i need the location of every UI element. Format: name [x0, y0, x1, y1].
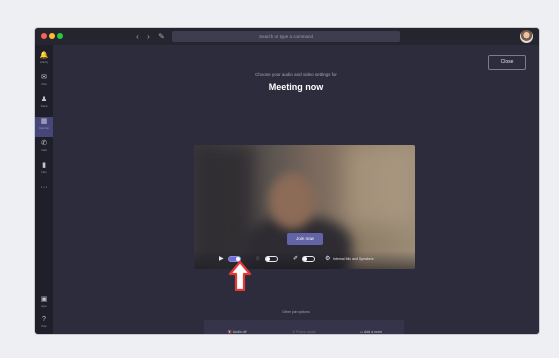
- forward-icon[interactable]: ›: [143, 31, 154, 42]
- rail-item-files[interactable]: ▮ Files: [35, 161, 53, 181]
- help-icon: ?: [42, 316, 46, 323]
- phone-icon: ✆: [41, 140, 47, 147]
- rail-item-calendar[interactable]: ▦ Calendar: [35, 117, 53, 137]
- rail-item-help[interactable]: ? Help: [35, 315, 53, 334]
- search-input[interactable]: Search or type a command: [172, 31, 400, 42]
- chat-icon: ✉: [41, 74, 47, 81]
- other-join-options-label: Other join options: [282, 310, 310, 314]
- bell-icon: 🔔: [39, 52, 49, 59]
- close-button[interactable]: Close: [488, 55, 526, 70]
- join-now-button[interactable]: Join now: [287, 233, 323, 245]
- audio-off-option[interactable]: 🔇 Audio off: [204, 320, 270, 334]
- video-preview: Join now ▶ ◌ ✐ ⚙ Internal Mic and Speake…: [194, 145, 415, 269]
- phone-icon: ✆: [292, 330, 296, 334]
- rail-item-label: Teams: [40, 105, 48, 108]
- join-options-bar: 🔇 Audio off ✆ Phone audio ▭ Add a room: [204, 320, 404, 334]
- add-room-option[interactable]: ▭ Add a room: [338, 320, 404, 334]
- rail-item-activity[interactable]: 🔔 Activity: [35, 51, 53, 71]
- red-arrow-icon: [228, 261, 252, 291]
- blur-background-icon: ◌: [256, 256, 260, 262]
- app-rail: 🔔 Activity ✉ Chat ♟ Teams ▦ Calendar ✆ C…: [35, 45, 53, 334]
- settings-gear-icon[interactable]: ⚙: [325, 256, 330, 263]
- rail-item-label: Help: [41, 325, 47, 328]
- rail-item-label: Chat: [41, 83, 47, 86]
- blur-background-toggle[interactable]: [265, 256, 278, 262]
- teams-window: ‹ › ✎ Search or type a command 🔔 Activit…: [35, 28, 539, 334]
- teams-icon: ♟: [40, 96, 48, 103]
- rail-item-label: Files: [41, 171, 47, 174]
- phone-audio-option[interactable]: ✆ Phone audio: [271, 320, 337, 334]
- microphone-icon: ✐: [293, 256, 299, 262]
- zoom-window-button[interactable]: [57, 33, 63, 39]
- rail-item-label: Apps: [41, 305, 47, 308]
- minimize-window-button[interactable]: [49, 33, 55, 39]
- rail-item-label: Calendar: [38, 127, 50, 130]
- option-label: Audio off: [232, 330, 247, 334]
- rail-item-teams[interactable]: ♟ Teams: [35, 95, 53, 115]
- camera-icon: ▶: [219, 256, 224, 262]
- more-icon: ···: [40, 184, 48, 191]
- audio-device-label[interactable]: Internal Mic and Speakers: [333, 256, 374, 263]
- calendar-icon: ▦: [40, 118, 48, 125]
- page-subtitle: Choose your audio and video settings for: [255, 72, 337, 77]
- microphone-toggle[interactable]: [302, 256, 315, 262]
- option-label: Add a room: [364, 330, 383, 334]
- title-bar: ‹ › ✎ Search or type a command: [35, 28, 539, 45]
- close-window-button[interactable]: [41, 33, 47, 39]
- audio-off-icon: 🔇: [227, 330, 232, 334]
- room-icon: ▭: [359, 330, 364, 334]
- pre-join-screen: Close Choose your audio and video settin…: [53, 45, 539, 334]
- option-label: Phone audio: [296, 330, 316, 334]
- back-icon[interactable]: ‹: [132, 31, 143, 42]
- rail-item-label: Activity: [40, 61, 48, 64]
- file-icon: ▮: [42, 162, 46, 169]
- rail-item-calls[interactable]: ✆ Calls: [35, 139, 53, 159]
- page-title: Meeting now: [268, 82, 324, 92]
- rail-item-more[interactable]: ···: [35, 183, 53, 203]
- apps-icon: ▣: [40, 296, 48, 303]
- rail-item-chat[interactable]: ✉ Chat: [35, 73, 53, 93]
- avatar[interactable]: [520, 30, 533, 43]
- rail-item-label: Calls: [41, 149, 47, 152]
- rail-item-apps[interactable]: ▣ Apps: [35, 295, 53, 315]
- compose-icon[interactable]: ✎: [156, 31, 167, 42]
